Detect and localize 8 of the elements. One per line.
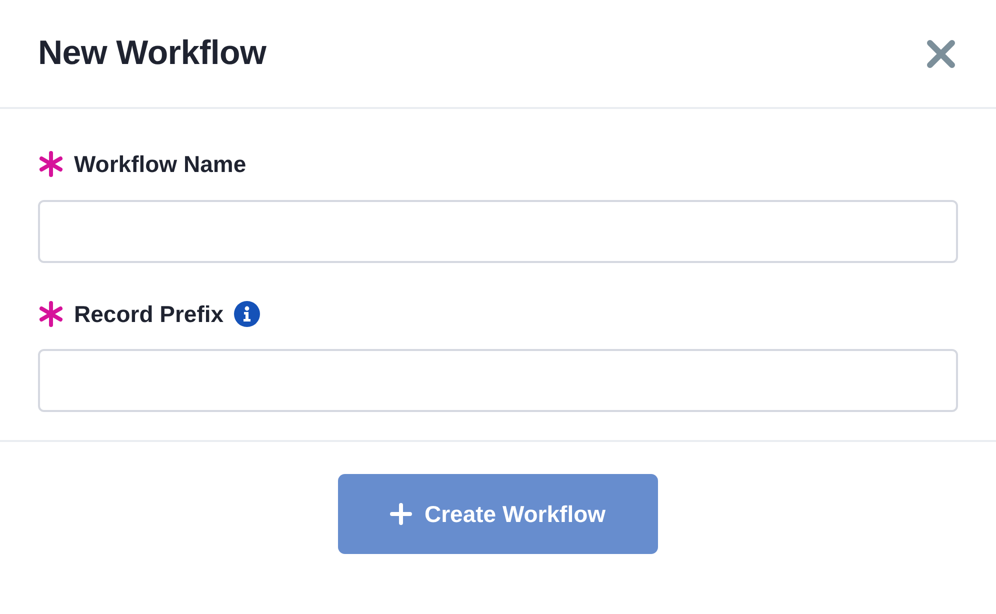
input-field[interactable] [38, 349, 958, 412]
field-label: Workflow Name [74, 150, 246, 179]
field-label: Record Prefix [74, 300, 224, 328]
plus-icon [390, 503, 412, 525]
close-icon [926, 38, 956, 68]
info-icon[interactable] [234, 300, 260, 327]
dialog-title: New Workflow [38, 33, 266, 74]
input-field[interactable] [38, 200, 958, 262]
